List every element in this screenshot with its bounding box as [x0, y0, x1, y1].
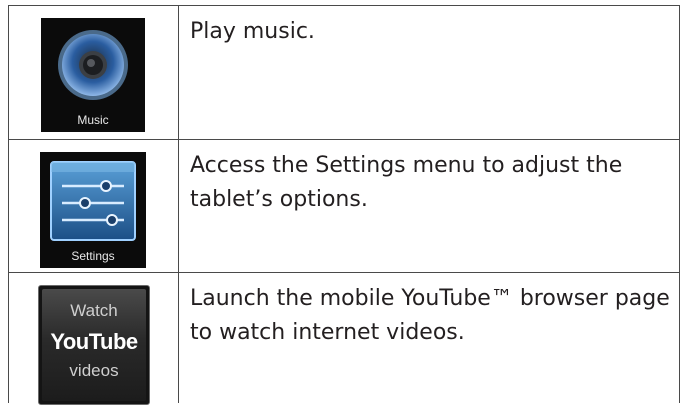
settings-icon-label: Settings — [71, 249, 115, 263]
youtube-icon-bottom-label: videos — [69, 361, 119, 380]
youtube-icon-brand: YouTube — [50, 329, 138, 354]
music-icon-label: Music — [77, 113, 109, 127]
youtube-icon-top-label: Watch — [70, 301, 118, 320]
table-row: Music Play music. — [0, 5, 680, 139]
music-description: Play music. — [190, 19, 315, 44]
table-row: Settings Access the Settings menu to adj… — [0, 139, 680, 272]
youtube-app-icon: Watch YouTube videos — [38, 285, 150, 405]
youtube-description: Launch the mobile YouTube™ browser page … — [190, 286, 670, 345]
youtube-icon: Watch YouTube videos — [42, 289, 146, 401]
settings-app-icon: Settings — [40, 152, 146, 268]
feature-table: Music Play music. Settings Access the Se… — [0, 0, 680, 405]
table-row: Watch YouTube videos Launch the mobile Y… — [0, 272, 680, 405]
settings-sliders-icon — [50, 161, 136, 241]
music-speaker-icon — [58, 30, 128, 100]
music-app-icon: Music — [41, 18, 145, 132]
settings-description: Access the Settings menu to adjust the t… — [190, 153, 623, 212]
